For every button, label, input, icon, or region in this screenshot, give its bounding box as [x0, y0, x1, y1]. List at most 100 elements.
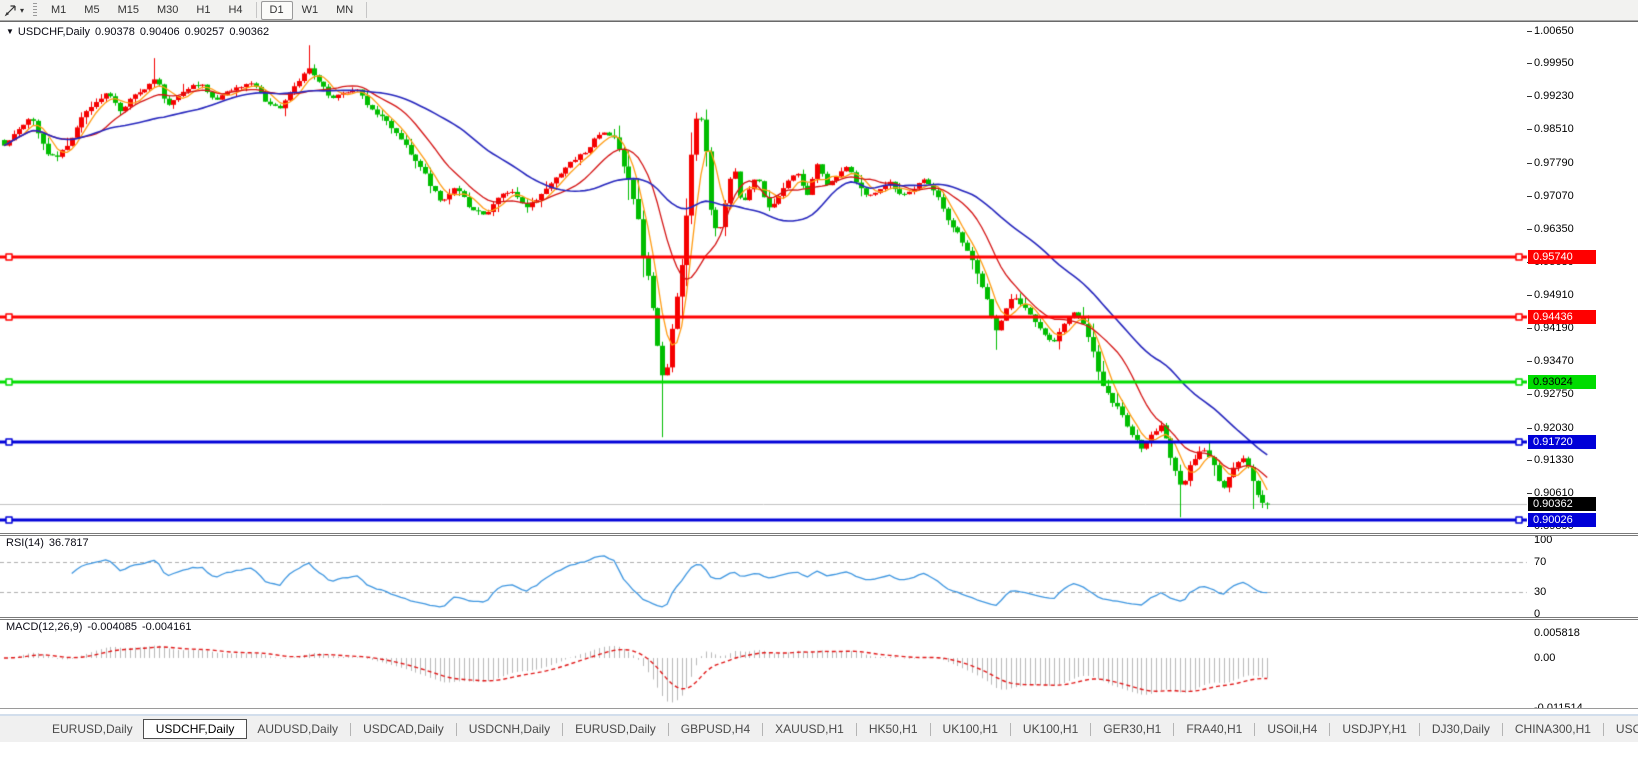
price-axis-tick: 0.92030 — [1534, 422, 1574, 434]
rsi-indicator-label: RSI(14) 36.7817 — [6, 537, 94, 549]
tab-separator — [1010, 723, 1011, 736]
macd-main-value: -0.004085 — [87, 621, 137, 633]
price-axis-tickmark — [1527, 31, 1532, 32]
chart-tab-list: EURUSD,DailyUSDCHF,DailyAUDUSD,DailyUSDC… — [0, 716, 1638, 742]
price-axis-tickmark — [1527, 361, 1532, 362]
price-axis-tick: 0.99950 — [1534, 57, 1574, 69]
macd-axis-tick: 0.00 — [1534, 652, 1555, 664]
macd-panel-canvas[interactable] — [0, 620, 1638, 710]
price-axis-tickmark — [1527, 129, 1532, 130]
price-line-label: 0.94436 — [1528, 310, 1596, 324]
chart-tab-usdjpy-h1[interactable]: USDJPY,H1 — [1332, 720, 1416, 738]
chart-tab-usoil-h4[interactable]: USOil,H4 — [1257, 720, 1327, 738]
tab-separator — [668, 723, 669, 736]
macd-signal-value: -0.004161 — [142, 621, 192, 633]
price-axis-tickmark — [1527, 96, 1532, 97]
price-line-label: 0.95740 — [1528, 250, 1596, 264]
panel-separator-macd[interactable] — [0, 617, 1638, 620]
rsi-panel-canvas[interactable] — [0, 536, 1638, 617]
rsi-name: RSI(14) — [6, 537, 44, 549]
chart-menu-icon[interactable]: ▼ — [6, 27, 14, 36]
current-price-label: 0.90362 — [1528, 497, 1596, 511]
chart-tab-dj30-daily[interactable]: DJ30,Daily — [1422, 720, 1500, 738]
timeframe-button-mn[interactable]: MN — [327, 1, 362, 20]
price-axis-tickmark — [1527, 428, 1532, 429]
price-line-label: 0.93024 — [1528, 375, 1596, 389]
tab-separator — [1502, 723, 1503, 736]
price-axis-tickmark — [1527, 493, 1532, 494]
timeframe-buttons: M1M5M15M30H1H4 D1W1MN — [42, 0, 371, 20]
tab-separator — [350, 723, 351, 736]
chart-tab-china300-h1[interactable]: CHINA300,H1 — [1505, 720, 1601, 738]
tab-separator — [1173, 723, 1174, 736]
tab-separator — [1254, 723, 1255, 736]
price-axis-tick: 0.94910 — [1534, 289, 1574, 301]
timeframe-button-d1[interactable]: D1 — [261, 1, 293, 20]
panel-separator-rsi[interactable] — [0, 533, 1638, 536]
cursor-crosshair-icon — [4, 3, 18, 17]
timeframe-button-w1[interactable]: W1 — [293, 1, 328, 20]
ohlc-low: 0.90257 — [185, 26, 225, 38]
cursor-tool-dropdown-icon[interactable]: ▾ — [20, 6, 24, 15]
macd-indicator-label: MACD(12,26,9) -0.004085 -0.004161 — [6, 621, 197, 633]
macd-axis-tick: 0.005818 — [1534, 627, 1580, 639]
price-axis-tick: 0.94190 — [1534, 322, 1574, 334]
price-line-label: 0.90026 — [1528, 513, 1596, 527]
toolbar-divider — [366, 2, 367, 18]
tab-separator — [762, 723, 763, 736]
price-axis-tick: 1.00650 — [1534, 25, 1574, 37]
chart-tab-usdcnh-daily[interactable]: USDCNH,Daily — [459, 720, 560, 738]
timeframe-button-h1[interactable]: H1 — [187, 1, 219, 20]
toolbar-drag-handle[interactable] — [33, 3, 37, 17]
chart-window: ▼ USDCHF,Daily 0.90378 0.90406 0.90257 0.9036… — [0, 21, 1638, 763]
price-axis-tick: 0.91330 — [1534, 454, 1574, 466]
price-axis-tickmark — [1527, 394, 1532, 395]
chart-tab-ger30-h1[interactable]: GER30,H1 — [1093, 720, 1171, 738]
price-axis-tickmark — [1527, 196, 1532, 197]
chart-tab-hk50-h1[interactable]: HK50,H1 — [859, 720, 928, 738]
tab-separator — [562, 723, 563, 736]
rsi-axis-tick: 30 — [1534, 586, 1546, 598]
price-axis-tick: 0.93470 — [1534, 355, 1574, 367]
price-line-label: 0.91720 — [1528, 435, 1596, 449]
timeframe-button-h4[interactable]: H4 — [219, 1, 251, 20]
tab-separator — [1090, 723, 1091, 736]
ohlc-close: 0.90362 — [229, 26, 269, 38]
price-axis-tick: 0.99230 — [1534, 90, 1574, 102]
price-scale: 1.00650 0.99950 0.99230 0.98510 0.97790 0.970… — [1527, 22, 1638, 711]
timeframe-button-m1[interactable]: M1 — [42, 1, 75, 20]
price-axis-tick: 0.92750 — [1534, 388, 1574, 400]
chart-tab-gbpusd-h4[interactable]: GBPUSD,H4 — [671, 720, 760, 738]
timeframe-button-m30[interactable]: M30 — [148, 1, 187, 20]
chart-tab-uk100-h1[interactable]: UK100,H1 — [933, 720, 1008, 738]
chart-tab-fra40-h1[interactable]: FRA40,H1 — [1176, 720, 1252, 738]
price-axis-tickmark — [1527, 295, 1532, 296]
chart-title: ▼USDCHF,Daily0.903780.904060.902570.9036… — [6, 26, 274, 38]
timeframe-button-m15[interactable]: M15 — [109, 1, 148, 20]
tab-separator — [1419, 723, 1420, 736]
chart-tab-xauusd-h1[interactable]: XAUUSD,H1 — [765, 720, 854, 738]
price-axis-tickmark — [1527, 63, 1532, 64]
cursor-tool-button[interactable]: ▾ — [0, 0, 28, 20]
price-axis-tick: 0.97790 — [1534, 157, 1574, 169]
timeframe-button-m5[interactable]: M5 — [75, 1, 108, 20]
tab-separator — [1603, 723, 1604, 736]
chart-tab-usdcad-daily[interactable]: USDCAD,Daily — [353, 720, 454, 738]
main-chart-canvas[interactable] — [0, 22, 1638, 533]
chart-tab-eurusd-daily[interactable]: EURUSD,Daily — [565, 720, 666, 738]
chart-tab-uk100-h1[interactable]: UK100,H1 — [1013, 720, 1088, 738]
chart-tab-usdchf-daily[interactable]: USDCHF,Daily — [143, 719, 248, 739]
price-axis-tickmark — [1527, 229, 1532, 230]
macd-name: MACD(12,26,9) — [6, 621, 82, 633]
rsi-value: 36.7817 — [49, 537, 89, 549]
ohlc-open: 0.90378 — [95, 26, 135, 38]
price-axis-tick: 0.98510 — [1534, 123, 1574, 135]
chart-tab-audusd-daily[interactable]: AUDUSD,Daily — [247, 720, 348, 738]
price-axis-tick: 0.96350 — [1534, 223, 1574, 235]
chart-tab-usoil-h1[interactable]: USOil,H1 — [1606, 720, 1638, 738]
tab-separator — [1329, 723, 1330, 736]
toolbar-divider — [256, 2, 257, 18]
chart-tab-eurusd-daily[interactable]: EURUSD,Daily — [42, 720, 143, 738]
price-axis-tick: 0.97070 — [1534, 190, 1574, 202]
ohlc-high: 0.90406 — [140, 26, 180, 38]
